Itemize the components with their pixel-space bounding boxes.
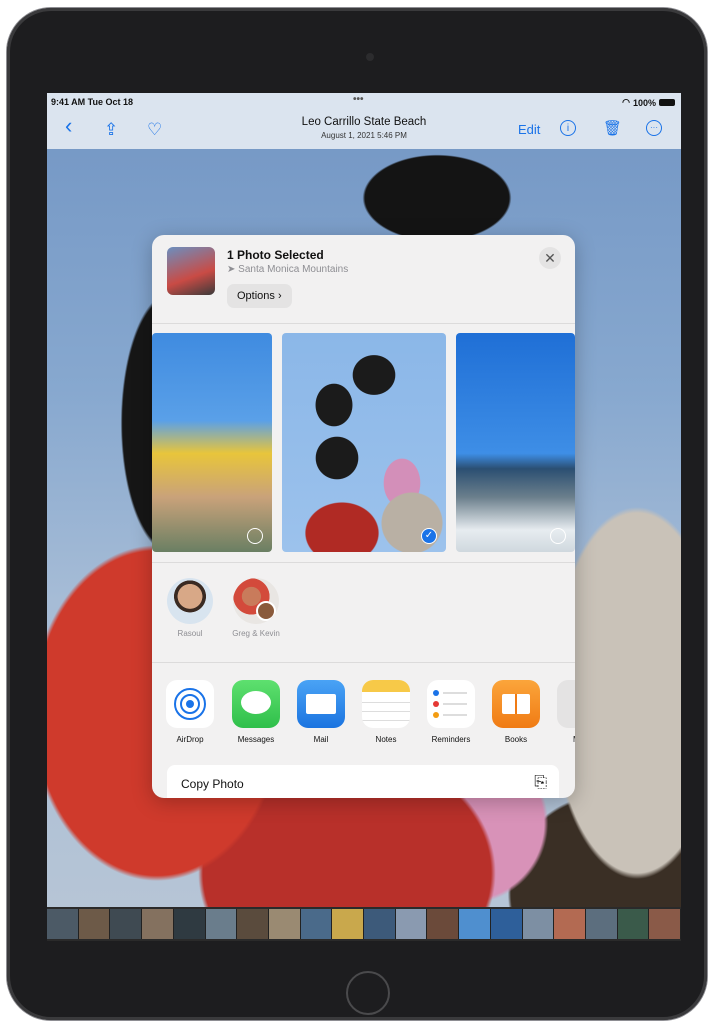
app-label: M bbox=[553, 735, 575, 744]
film-thumb[interactable] bbox=[173, 909, 206, 939]
app-label: Notes bbox=[375, 735, 397, 744]
books-icon[interactable] bbox=[492, 680, 540, 728]
contact-name: Greg & Kevin bbox=[232, 629, 280, 638]
selected-photo-thumbnail bbox=[167, 247, 215, 295]
share-contact[interactable]: Greg & Kevin bbox=[230, 578, 282, 638]
location-arrow-icon: ➤ bbox=[227, 264, 236, 275]
notes-rule bbox=[362, 720, 410, 721]
notes-rule bbox=[362, 702, 410, 703]
book-spine bbox=[515, 694, 517, 714]
message-bubble-shape bbox=[241, 691, 271, 714]
trash-icon[interactable]: 🗑 bbox=[603, 120, 622, 138]
selection-location: ➤ Santa Monica Mountains bbox=[227, 264, 348, 275]
film-thumb[interactable] bbox=[649, 909, 681, 939]
share-app-airdrop[interactable]: AirDrop bbox=[162, 680, 218, 744]
film-thumb[interactable] bbox=[332, 909, 365, 939]
wifi-icon: ◠ bbox=[622, 97, 630, 107]
copy-icon: ⎘ bbox=[534, 774, 547, 791]
film-thumb[interactable] bbox=[490, 909, 523, 939]
copy-photo-action[interactable]: Copy Photo ⎘ bbox=[167, 765, 559, 798]
battery-status: ◠ 100% bbox=[622, 97, 675, 108]
photo-title: Leo Carrillo State Beach bbox=[301, 116, 427, 128]
airdrop-core bbox=[186, 700, 194, 708]
status-bar: 9:41 AM Tue Oct 18 ••• ◠ 100% bbox=[47, 93, 681, 111]
film-thumb[interactable] bbox=[110, 909, 143, 939]
film-thumb[interactable] bbox=[78, 909, 111, 939]
notes-header-band bbox=[362, 680, 410, 692]
edit-button[interactable]: Edit bbox=[518, 122, 540, 137]
film-thumb[interactable] bbox=[585, 909, 618, 939]
film-thumb[interactable] bbox=[617, 909, 650, 939]
contact-name: Rasoul bbox=[177, 629, 203, 638]
avatar-secondary bbox=[256, 601, 276, 621]
multitasking-dots[interactable]: ••• bbox=[353, 94, 364, 105]
selection-title: 1 Photo Selected bbox=[227, 248, 324, 262]
unselected-circle-icon[interactable] bbox=[247, 528, 263, 544]
airdrop-icon[interactable] bbox=[166, 680, 214, 728]
app-label: AirDrop bbox=[176, 735, 204, 744]
more-apps-icon[interactable] bbox=[557, 680, 575, 728]
photo-preview[interactable] bbox=[456, 333, 575, 552]
app-label: Messages bbox=[237, 735, 275, 744]
reminder-line bbox=[443, 714, 467, 716]
reminder-dot bbox=[433, 701, 439, 707]
unselected-circle-icon[interactable] bbox=[550, 528, 566, 544]
app-label: Books bbox=[504, 735, 528, 744]
more-icon[interactable]: ··· bbox=[646, 120, 662, 136]
film-thumb[interactable] bbox=[459, 909, 491, 939]
photo-preview-selected[interactable]: ✓ bbox=[282, 333, 446, 552]
checkmark-icon[interactable]: ✓ bbox=[421, 528, 437, 544]
film-thumb[interactable] bbox=[142, 909, 174, 939]
film-thumb[interactable] bbox=[237, 909, 269, 939]
battery-percent: 100% bbox=[632, 97, 656, 108]
share-app-mail[interactable]: Mail bbox=[293, 680, 349, 744]
location-label: Santa Monica Mountains bbox=[238, 264, 349, 275]
app-label: Mail bbox=[313, 735, 329, 744]
app-label: Reminders bbox=[431, 735, 471, 744]
options-button[interactable]: Options › bbox=[227, 284, 292, 308]
close-icon[interactable]: ✕ bbox=[539, 247, 561, 269]
messages-icon[interactable] bbox=[232, 680, 280, 728]
reminders-icon[interactable] bbox=[427, 680, 475, 728]
reminder-dot bbox=[433, 690, 439, 696]
share-contact[interactable]: Rasoul bbox=[164, 578, 216, 638]
reminder-line bbox=[443, 692, 467, 694]
reminder-line bbox=[443, 703, 467, 705]
info-icon[interactable]: i bbox=[560, 120, 576, 136]
film-thumb[interactable] bbox=[522, 909, 555, 939]
film-thumb[interactable] bbox=[47, 909, 79, 939]
film-thumb[interactable] bbox=[364, 909, 396, 939]
navigation-bar: 9:41 AM Tue Oct 18 ••• ◠ 100% ‹ ⇪ ♡ Leo … bbox=[47, 93, 681, 149]
share-app-reminders[interactable]: Reminders bbox=[423, 680, 479, 744]
share-sheet: 1 Photo Selected ➤ Santa Monica Mountain… bbox=[152, 235, 575, 798]
notes-icon[interactable] bbox=[362, 680, 410, 728]
envelope-shape bbox=[306, 694, 336, 714]
copy-photo-label: Copy Photo bbox=[181, 777, 244, 791]
mail-icon[interactable] bbox=[297, 680, 345, 728]
header-divider bbox=[152, 323, 575, 324]
share-app-more[interactable]: M bbox=[553, 680, 575, 744]
previews-divider bbox=[152, 562, 575, 563]
home-button[interactable] bbox=[346, 971, 390, 1015]
photo-date: August 1, 2021 5:46 PM bbox=[321, 131, 407, 140]
photo-preview[interactable] bbox=[152, 333, 272, 552]
share-app-messages[interactable]: Messages bbox=[228, 680, 284, 744]
front-camera bbox=[366, 53, 374, 61]
film-thumb[interactable] bbox=[395, 909, 428, 939]
share-app-books[interactable]: Books bbox=[488, 680, 544, 744]
battery-icon bbox=[659, 99, 675, 106]
film-thumb[interactable] bbox=[268, 909, 301, 939]
group-avatar[interactable] bbox=[233, 578, 279, 624]
film-thumb[interactable] bbox=[205, 909, 238, 939]
status-time: 9:41 AM Tue Oct 18 bbox=[51, 97, 134, 107]
share-app-notes[interactable]: Notes bbox=[358, 680, 414, 744]
film-thumb[interactable] bbox=[554, 909, 586, 939]
contacts-divider bbox=[152, 662, 575, 663]
reminder-dot bbox=[433, 712, 439, 718]
film-thumb[interactable] bbox=[427, 909, 460, 939]
notes-rule bbox=[362, 711, 410, 712]
avatar[interactable] bbox=[167, 578, 213, 624]
film-thumb[interactable] bbox=[300, 909, 333, 939]
thumbnail-strip[interactable] bbox=[47, 907, 681, 941]
